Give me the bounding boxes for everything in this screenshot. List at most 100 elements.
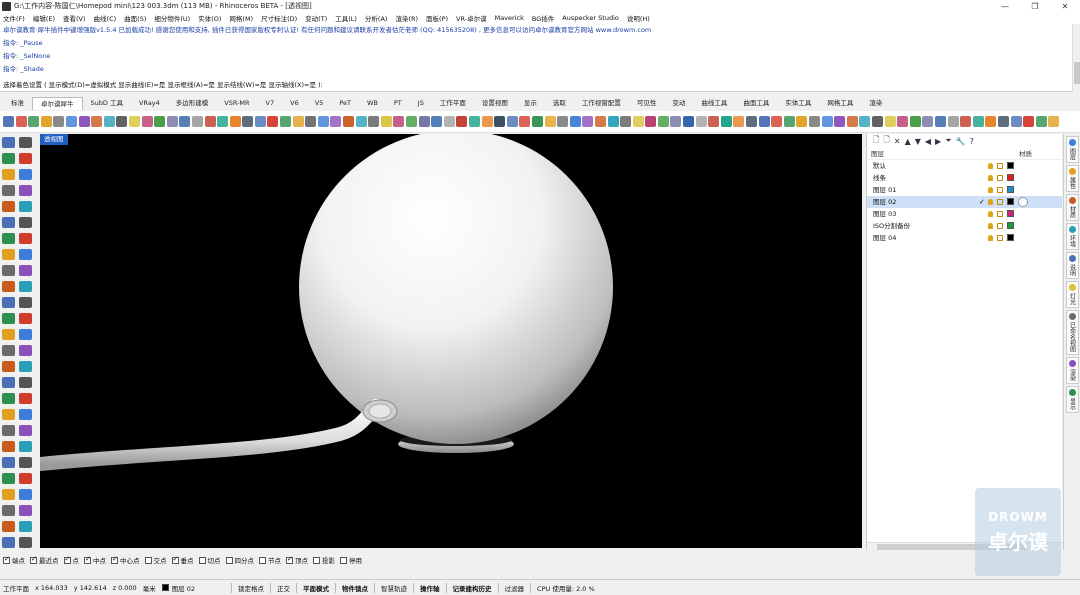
menu-item[interactable]: 渲染(R) bbox=[395, 13, 418, 23]
toolbar-tool-icon[interactable] bbox=[972, 116, 984, 127]
toolbar-tool-icon[interactable] bbox=[305, 116, 317, 127]
left-tool-icon[interactable] bbox=[19, 537, 32, 548]
toolbar-tool-icon[interactable] bbox=[343, 116, 355, 127]
maximize-button[interactable]: ❐ bbox=[1020, 0, 1050, 12]
left-tool-icon[interactable] bbox=[2, 393, 15, 404]
toolbar-tool-icon[interactable] bbox=[65, 116, 77, 127]
toolbar-tool-icon[interactable] bbox=[431, 116, 443, 127]
help-icon[interactable]: ? bbox=[970, 137, 974, 146]
toolbar-tool-icon[interactable] bbox=[154, 116, 166, 127]
osnap-checkbox[interactable] bbox=[111, 555, 118, 564]
left-tool-icon[interactable] bbox=[19, 329, 32, 340]
left-tool-icon[interactable] bbox=[19, 169, 32, 180]
menu-item[interactable]: 曲面(S) bbox=[124, 13, 146, 23]
layer-lock-icon[interactable] bbox=[997, 211, 1003, 217]
left-tool-icon[interactable] bbox=[2, 329, 15, 340]
toolbar-tool-icon[interactable] bbox=[720, 116, 732, 127]
toolbar-tool-icon[interactable] bbox=[746, 116, 758, 127]
toolbar-tool-icon[interactable] bbox=[317, 116, 329, 127]
toolbar-tool-icon[interactable] bbox=[28, 116, 40, 127]
toolbar-tool-icon[interactable] bbox=[758, 116, 770, 127]
toolbar-tool-icon[interactable] bbox=[708, 116, 720, 127]
close-button[interactable]: ✕ bbox=[1050, 0, 1080, 12]
toolbar-tool-icon[interactable] bbox=[481, 116, 493, 127]
toolbar-tab[interactable]: V5 bbox=[307, 97, 332, 110]
toolbar-tool-icon[interactable] bbox=[292, 116, 304, 127]
layer-visibility-bulb-icon[interactable] bbox=[988, 163, 993, 169]
layer-lock-icon[interactable] bbox=[997, 235, 1003, 241]
layer-color-swatch[interactable] bbox=[1007, 210, 1014, 217]
toolbar-tool-icon[interactable] bbox=[1010, 116, 1022, 127]
toolbar-tool-icon[interactable] bbox=[443, 116, 455, 127]
toolbar-tool-icon[interactable] bbox=[997, 116, 1009, 127]
toolbar-tab[interactable]: VSR-MR bbox=[216, 97, 257, 110]
left-tool-icon[interactable] bbox=[2, 377, 15, 388]
toolbar-tool-icon[interactable] bbox=[368, 116, 380, 127]
layer-color-swatch[interactable] bbox=[1007, 234, 1014, 241]
toolbar-tool-icon[interactable] bbox=[582, 116, 594, 127]
layer-visibility-bulb-icon[interactable] bbox=[988, 211, 993, 217]
osnap-checkbox[interactable] bbox=[313, 556, 320, 564]
osnap-option[interactable]: 停用 bbox=[340, 555, 362, 565]
toolbar-tool-icon[interactable] bbox=[519, 116, 531, 127]
toolbar-tool-icon[interactable] bbox=[15, 116, 27, 127]
toolbar-tab[interactable]: 标准 bbox=[3, 97, 32, 110]
toolbar-tool-icon[interactable] bbox=[695, 116, 707, 127]
toolbar-tab[interactable]: 网格工具 bbox=[819, 97, 861, 110]
toolbar-tool-icon[interactable] bbox=[1023, 116, 1035, 127]
toolbar-tool-icon[interactable] bbox=[733, 116, 745, 127]
layer-color-swatch[interactable] bbox=[1007, 222, 1014, 229]
toolbar-tool-icon[interactable] bbox=[670, 116, 682, 127]
toolbar-tool-icon[interactable] bbox=[204, 116, 216, 127]
left-tool-icon[interactable] bbox=[19, 441, 32, 452]
left-tool-icon[interactable] bbox=[19, 281, 32, 292]
toolbar-tool-icon[interactable] bbox=[960, 116, 972, 127]
tools-icon[interactable]: 🔧 bbox=[956, 137, 966, 146]
left-tool-icon[interactable] bbox=[19, 249, 32, 260]
minimize-button[interactable]: — bbox=[990, 0, 1020, 12]
right-panel-tab[interactable]: 渲染 bbox=[1065, 357, 1079, 384]
layer-visibility-bulb-icon[interactable] bbox=[988, 199, 993, 205]
osnap-option[interactable]: 点 bbox=[63, 555, 79, 565]
left-tool-icon[interactable] bbox=[2, 153, 15, 164]
left-tool-icon[interactable] bbox=[19, 233, 32, 244]
toolbar-tool-icon[interactable] bbox=[280, 116, 292, 127]
layer-row[interactable]: 线条 bbox=[867, 172, 1062, 184]
toolbar-tab[interactable]: PT bbox=[386, 97, 410, 110]
layer-material-icon[interactable] bbox=[1018, 197, 1028, 207]
toolbar-tool-icon[interactable] bbox=[683, 116, 695, 127]
toolbar-tab[interactable]: V6 bbox=[282, 97, 307, 110]
menu-item[interactable]: VR-卓尔谟 bbox=[456, 13, 487, 23]
status-toggle[interactable]: 过滤器 bbox=[505, 583, 525, 593]
toolbar-tool-icon[interactable] bbox=[53, 116, 65, 127]
layer-row[interactable]: 图层 04 bbox=[867, 232, 1062, 244]
toolbar-tool-icon[interactable] bbox=[909, 116, 921, 127]
units-label[interactable]: 毫米 bbox=[143, 583, 156, 593]
new-sublayer-icon[interactable]: 🗋 bbox=[883, 134, 889, 148]
toolbar-tool-icon[interactable] bbox=[897, 116, 909, 127]
toolbar-tab[interactable]: 渲染 bbox=[861, 97, 890, 110]
toolbar-tool-icon[interactable] bbox=[506, 116, 518, 127]
current-layer-indicator[interactable]: 图层 02 bbox=[161, 583, 195, 593]
toolbar-tab[interactable]: 显示 bbox=[516, 97, 545, 110]
left-tool-icon[interactable] bbox=[2, 297, 15, 308]
left-tool-icon[interactable] bbox=[2, 537, 15, 548]
toolbar-tool-icon[interactable] bbox=[116, 116, 128, 127]
toolbar-tab[interactable]: 可见性 bbox=[629, 97, 665, 110]
toolbar-tab[interactable]: 选取 bbox=[545, 97, 574, 110]
left-tool-icon[interactable] bbox=[2, 137, 15, 148]
toolbar-tool-icon[interactable] bbox=[645, 116, 657, 127]
osnap-option[interactable]: 顶点 bbox=[286, 555, 308, 565]
layer-lock-icon[interactable] bbox=[997, 199, 1003, 205]
osnap-option[interactable]: 中点 bbox=[84, 555, 106, 565]
toolbar-tool-icon[interactable] bbox=[809, 116, 820, 127]
right-panel-tab[interactable]: 已命名视图 bbox=[1065, 310, 1079, 355]
left-tool-icon[interactable] bbox=[19, 201, 32, 212]
filter-icon[interactable]: ⏷ bbox=[945, 136, 951, 146]
toolbar-tool-icon[interactable] bbox=[191, 116, 203, 127]
menu-item[interactable]: 编辑(E) bbox=[33, 13, 55, 23]
right-panel-tab[interactable]: 环境 bbox=[1065, 223, 1079, 250]
status-toggle[interactable]: 智慧轨迹 bbox=[381, 583, 407, 593]
menu-item[interactable]: 工具(L) bbox=[335, 13, 357, 23]
right-panel-tab[interactable]: 材质 bbox=[1065, 194, 1079, 221]
